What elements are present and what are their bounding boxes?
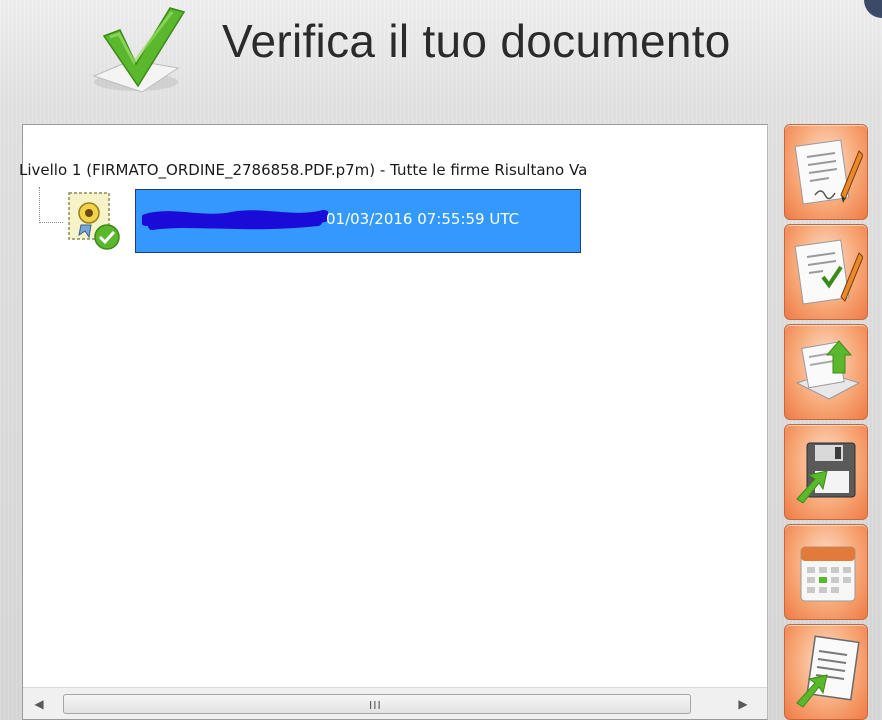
save-button[interactable]	[784, 424, 868, 520]
tree-level-item[interactable]: Livello 1 (FIRMATO_ORDINE_2786858.PDF.p7…	[19, 161, 763, 183]
page-title: Verifica il tuo documento	[222, 15, 731, 67]
verify-signature-icon	[794, 239, 863, 305]
sign-document-button[interactable]	[784, 124, 868, 220]
side-toolbar	[784, 124, 870, 720]
signature-date: 01/03/2016 07:55:59 UTC	[326, 210, 520, 228]
header: Verifica il tuo documento	[0, 0, 882, 118]
sign-document-icon	[794, 139, 863, 205]
horizontal-scrollbar[interactable]: ◀ III ▶	[23, 687, 767, 719]
calendar-icon	[800, 546, 856, 602]
scrollbar-thumb[interactable]: III	[63, 694, 691, 714]
calendar-button[interactable]	[784, 524, 868, 620]
export-document-icon	[796, 635, 860, 708]
redacted-signer-name	[142, 210, 328, 230]
verify-signature-button[interactable]	[784, 224, 868, 320]
open-document-icon	[795, 340, 861, 400]
checkmark-logo-icon	[92, 7, 186, 93]
open-document-button[interactable]	[784, 324, 868, 420]
signature-node-row[interactable]: 01/03/2016 07:55:59 UTC	[135, 189, 581, 253]
export-document-button[interactable]	[784, 624, 868, 720]
tree-connector	[39, 187, 40, 223]
window-corner	[864, 0, 882, 18]
scroll-right-icon[interactable]: ▶	[735, 696, 751, 712]
save-floppy-icon	[796, 442, 856, 504]
tree-connector-branch	[39, 222, 63, 223]
scroll-left-icon[interactable]: ◀	[31, 696, 47, 712]
signed-certificate-icon[interactable]	[63, 189, 127, 253]
signature-tree-panel[interactable]: Livello 1 (FIRMATO_ORDINE_2786858.PDF.p7…	[19, 124, 768, 720]
scrollbar-grip: III	[369, 699, 382, 712]
